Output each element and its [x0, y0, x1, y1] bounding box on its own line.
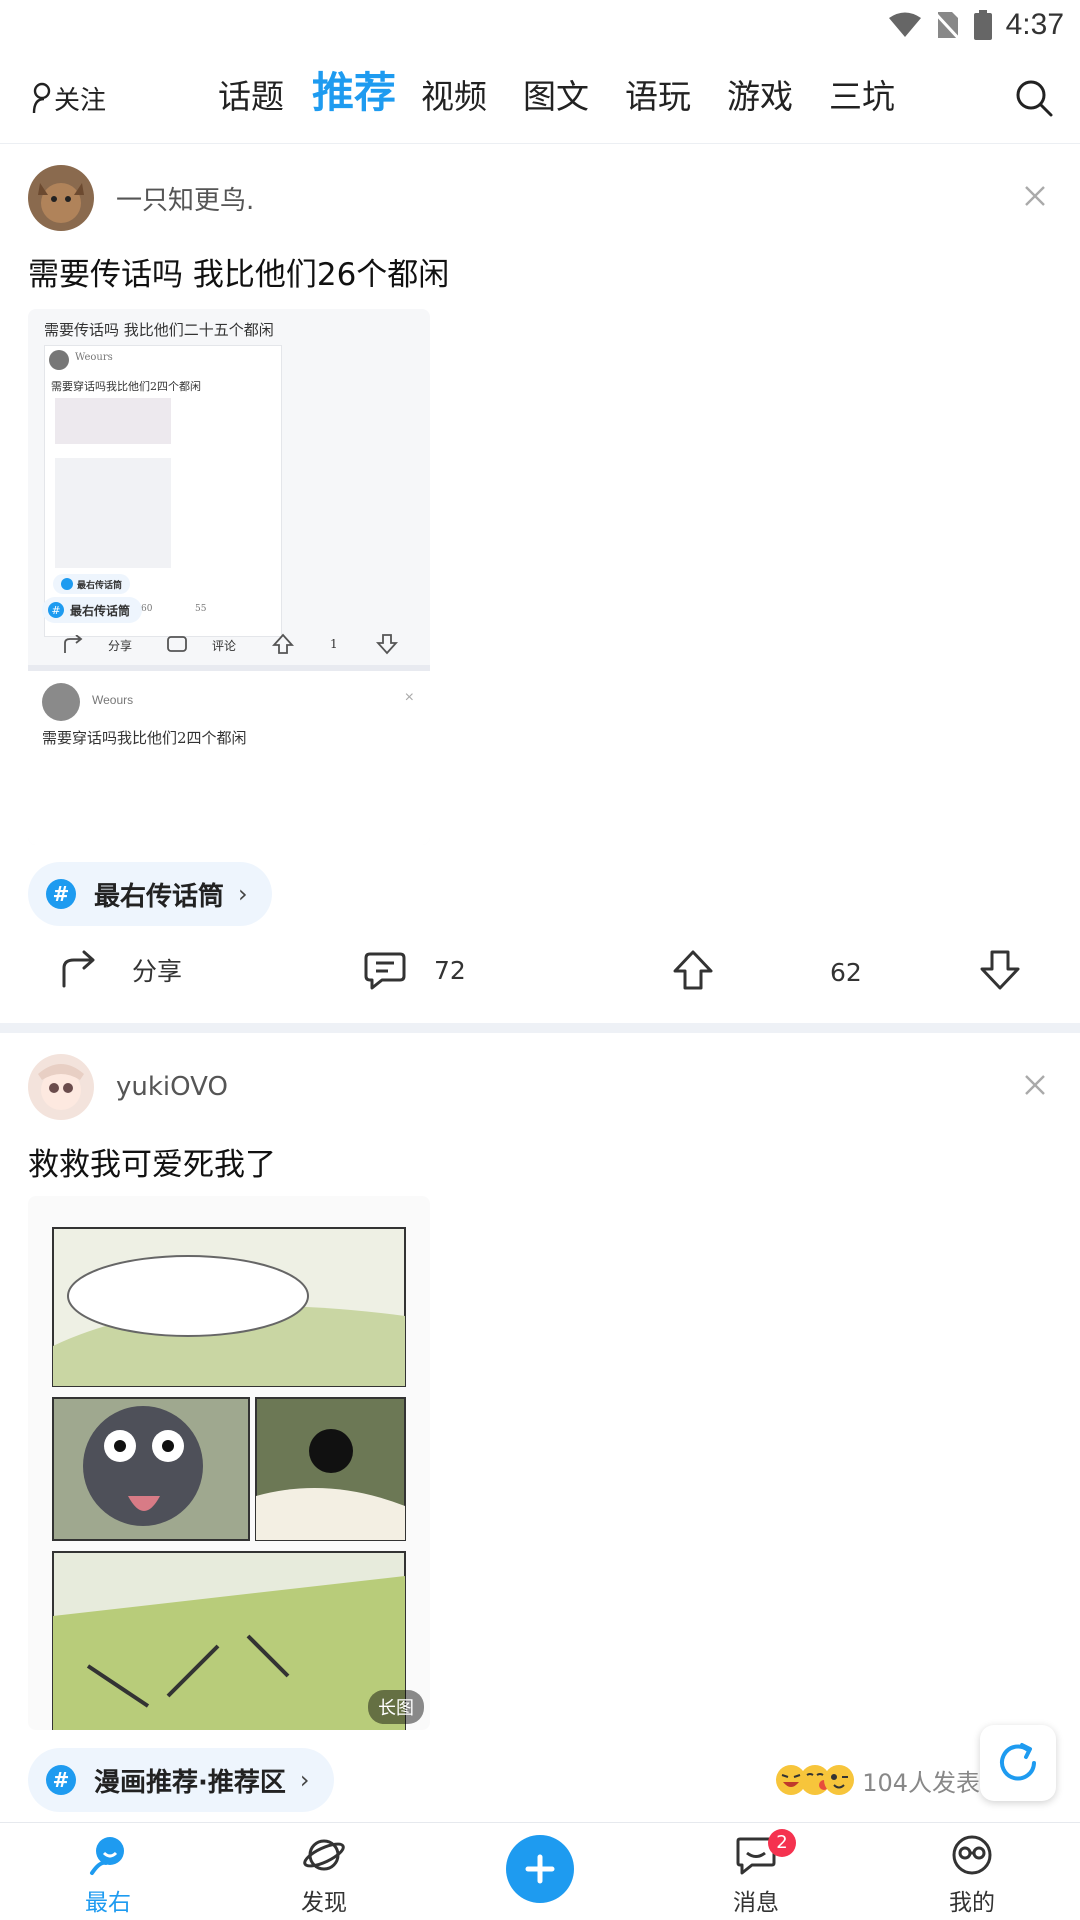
refresh-icon: [1000, 1743, 1036, 1781]
clock: 4:37: [1005, 8, 1064, 41]
share-icon: [62, 950, 95, 988]
comment-icon: [364, 952, 406, 990]
post-header: 一只知更鸟.: [28, 163, 254, 233]
username[interactable]: yukiOVO: [116, 1072, 228, 1102]
image-thumbnail: [55, 398, 171, 444]
topic-chip[interactable]: # 漫画推荐·推荐区 ›: [28, 1748, 334, 1812]
bottom-nav: 最右 发现 2 消息 我的: [0, 1822, 1080, 1920]
topic-label: 漫画推荐·推荐区: [94, 1767, 286, 1798]
post-text: 需要传话吗 我比他们26个都闲: [28, 257, 450, 293]
image-text: Weours: [75, 352, 113, 363]
post-create-button[interactable]: [506, 1835, 574, 1903]
battery-icon: [973, 10, 992, 40]
nav-label: 发现: [301, 1890, 347, 1916]
like-count: 62: [830, 958, 862, 987]
image-nested-post: [55, 458, 171, 568]
avatar[interactable]: [28, 165, 94, 231]
tab-topics[interactable]: 话题: [218, 72, 284, 122]
search-icon[interactable]: [1014, 78, 1054, 118]
nav-item-me[interactable]: 我的: [912, 1833, 1032, 1917]
reactions-summary[interactable]: 104人发表: [774, 1755, 980, 1805]
nav-label: 我的: [949, 1890, 995, 1916]
status-bar: 4:37: [0, 0, 1080, 50]
no-sim-icon: [935, 12, 960, 40]
glasses-face-icon: [952, 1835, 992, 1875]
chevron-right-icon: ›: [238, 880, 248, 908]
post-image[interactable]: 长图: [28, 1196, 430, 1730]
tab-video[interactable]: 视频: [421, 72, 487, 122]
image-text: 55: [195, 604, 207, 614]
image-action-row: 分享 评论 1: [28, 627, 430, 663]
post-card[interactable]: yukiOVO 救救我可爱死我了 长图 # 漫画推荐·推荐区 › 104人发表: [0, 1051, 1080, 1831]
refresh-button[interactable]: [980, 1725, 1056, 1801]
downvote-button[interactable]: [979, 945, 1021, 995]
post-divider: [0, 1023, 1080, 1033]
username[interactable]: 一只知更鸟.: [116, 180, 254, 217]
topic-chip[interactable]: # 最右传话筒 ›: [28, 862, 272, 926]
avatar[interactable]: [28, 1054, 94, 1120]
comment-count: 72: [434, 955, 466, 985]
tab-voice-play[interactable]: 语玩: [625, 72, 691, 122]
post-header: yukiOVO: [28, 1052, 228, 1122]
nav-label: 最右: [85, 1890, 131, 1916]
image-text: 需要传话吗 我比他们二十五个都闲: [44, 321, 274, 339]
share-button[interactable]: 分享: [58, 945, 182, 995]
reaction-count-text: 104人发表: [862, 1768, 980, 1797]
downvote-icon: [980, 950, 1020, 990]
post-image[interactable]: 需要传话吗 我比他们二十五个都闲 Weours 需要穿话吗我比他们2四个都闲 最…: [28, 309, 430, 845]
nav-item-messages[interactable]: 2 消息: [696, 1829, 816, 1917]
planet-icon: [303, 1839, 345, 1871]
close-icon[interactable]: [1020, 181, 1050, 211]
image-text: 需要穿话吗我比他们2四个都闲: [51, 380, 201, 393]
tab-sankeng[interactable]: 三坑: [829, 72, 895, 122]
long-image-badge: 长图: [368, 1690, 424, 1724]
post-actions: 分享 72 62: [0, 935, 1080, 1005]
top-nav: 关注 话题 推荐 视频 图文 语玩 游戏 三坑: [0, 50, 1080, 144]
nav-item-home[interactable]: 最右: [48, 1833, 168, 1917]
image-bottom-post: Weours × 需要穿话吗我比他们2四个都闲: [28, 671, 430, 845]
image-topic-chip: # 最右传话筒: [42, 597, 143, 623]
image-text: 60: [141, 604, 153, 614]
tab-recommend[interactable]: 推荐: [312, 68, 396, 118]
comic-image: [52, 1227, 406, 1730]
chevron-right-icon: ›: [299, 1766, 310, 1794]
image-topic-chip: 最右传话筒: [53, 574, 131, 594]
nav-item-discover[interactable]: 发现: [264, 1833, 384, 1917]
hashtag-icon: #: [46, 879, 76, 909]
post-card[interactable]: 一只知更鸟. 需要传话吗 我比他们26个都闲 需要传话吗 我比他们二十五个都闲 …: [0, 163, 1080, 1023]
plus-icon: [525, 1854, 555, 1884]
wink-emoji-icon: [824, 1765, 855, 1795]
comment-button[interactable]: 72: [364, 945, 466, 995]
upvote-icon: [673, 950, 713, 990]
wifi-icon: [888, 12, 921, 37]
image-inner-card: Weours 需要穿话吗我比他们2四个都闲 最右传话筒 分享 60 55: [44, 345, 282, 637]
tab-games[interactable]: 游戏: [727, 72, 793, 122]
post-text: 救救我可爱死我了: [28, 1147, 276, 1183]
topic-label: 最右传话筒: [94, 881, 225, 912]
share-label: 分享: [132, 957, 183, 986]
message-count-badge: 2: [768, 1829, 796, 1857]
nav-label: 消息: [733, 1890, 779, 1916]
tab-image-text[interactable]: 图文: [523, 72, 589, 122]
hashtag-icon: #: [46, 1765, 76, 1795]
image-avatar: [49, 350, 69, 370]
close-icon[interactable]: [1020, 1070, 1050, 1100]
upvote-button[interactable]: [672, 945, 714, 995]
home-logo-icon: [90, 1837, 124, 1875]
